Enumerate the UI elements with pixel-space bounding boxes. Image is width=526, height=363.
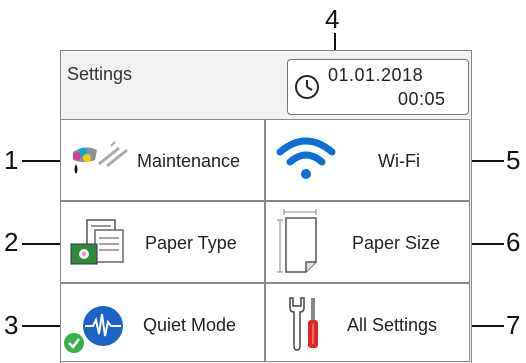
tile-label-all-settings: All Settings xyxy=(347,315,438,335)
callout-number-6: 6 xyxy=(506,227,521,257)
wifi-icon xyxy=(276,137,336,179)
tile-maintenance[interactable]: Maintenance xyxy=(60,119,265,201)
callout-number-7: 7 xyxy=(506,310,521,340)
tile-paper-type[interactable]: Paper Type xyxy=(60,201,265,283)
tile-all-settings[interactable]: All Settings xyxy=(265,283,470,362)
tile-quiet-mode[interactable]: Quiet Mode xyxy=(60,283,265,362)
ink-cartridges-icon xyxy=(73,141,128,174)
date-text: 01.01.2018 xyxy=(328,65,424,85)
tile-label-paper-type: Paper Type xyxy=(145,233,237,253)
tile-label-paper-size: Paper Size xyxy=(352,233,441,253)
time-text: 00:05 xyxy=(398,89,446,109)
callout-number-3: 3 xyxy=(4,310,19,340)
callout-number-5: 5 xyxy=(506,145,521,175)
callout-number-4: 4 xyxy=(325,4,340,34)
screen-title: Settings xyxy=(67,64,133,84)
callout-number-1: 1 xyxy=(4,145,19,175)
callout-number-2: 2 xyxy=(4,227,19,257)
tile-label-wifi: Wi-Fi xyxy=(378,151,420,171)
tile-paper-size[interactable]: Paper Size xyxy=(265,201,470,283)
callout-line-1 xyxy=(22,160,64,162)
paper-type-icon xyxy=(70,219,124,265)
tile-label-quiet-mode: Quiet Mode xyxy=(143,315,237,335)
paper-size-icon xyxy=(277,209,317,273)
callout-line-3 xyxy=(22,325,64,327)
quiet-mode-icon xyxy=(83,306,123,346)
datetime-button[interactable]: 01.01.2018 00:05 xyxy=(287,59,469,115)
check-icon xyxy=(64,333,84,353)
tools-icon xyxy=(289,297,318,351)
tile-label-maintenance: Maintenance xyxy=(137,151,241,171)
callout-line-2 xyxy=(22,243,64,245)
clock-icon xyxy=(295,75,319,99)
tile-wifi[interactable]: Wi-Fi xyxy=(265,119,470,201)
